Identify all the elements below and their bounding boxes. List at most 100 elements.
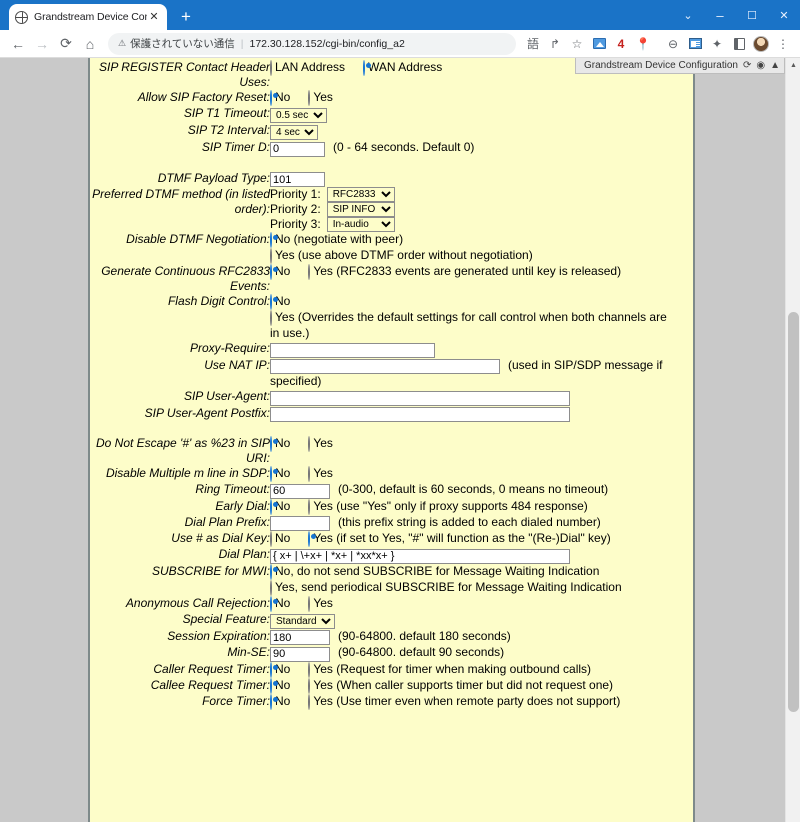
- radio-option[interactable]: No: [270, 693, 290, 710]
- browser-tab[interactable]: Grandstream Device Configuratio ✕: [9, 4, 167, 30]
- dropdown-select[interactable]: Standard: [270, 613, 335, 629]
- refresh-icon[interactable]: ⟳: [743, 60, 751, 71]
- radio-unselected[interactable]: [308, 264, 311, 280]
- text-input[interactable]: [270, 141, 325, 157]
- radio-option[interactable]: Yes: [308, 466, 333, 482]
- text-input[interactable]: [270, 359, 500, 374]
- radio-unselected[interactable]: [308, 436, 311, 452]
- radio-selected[interactable]: [270, 294, 272, 310]
- maximize-button[interactable]: ☐: [736, 0, 768, 30]
- radio-unselected[interactable]: [270, 248, 272, 264]
- radio-selected[interactable]: [270, 563, 272, 580]
- radio-option[interactable]: Yes (use above DTMF order without negoti…: [270, 248, 533, 264]
- close-window-button[interactable]: ✕: [768, 0, 800, 30]
- radio-unselected[interactable]: [308, 661, 311, 678]
- radio-unselected[interactable]: [308, 677, 311, 694]
- radio-option[interactable]: No: [270, 595, 290, 612]
- image-extension-icon[interactable]: [588, 33, 610, 55]
- profile-avatar[interactable]: [750, 33, 772, 55]
- radio-selected[interactable]: [270, 264, 272, 280]
- page-scrollbar[interactable]: ▲: [785, 58, 800, 822]
- dropdown-select[interactable]: 0.5 sec: [270, 108, 327, 123]
- radio-option[interactable]: Yes (Overrides the default settings for …: [270, 310, 675, 341]
- radio-unselected[interactable]: [308, 466, 311, 482]
- radio-option[interactable]: No: [270, 531, 290, 547]
- share-icon[interactable]: ↱: [544, 33, 566, 55]
- radio-selected[interactable]: [270, 436, 272, 452]
- priority-select[interactable]: RFC2833: [326, 187, 395, 202]
- radio-selected[interactable]: [270, 90, 272, 106]
- scroll-up-arrow-icon[interactable]: ▲: [786, 58, 800, 73]
- radio-selected[interactable]: [270, 232, 272, 248]
- radio-option[interactable]: Yes (if set to Yes, "#" will function as…: [308, 531, 611, 547]
- reload-icon[interactable]: ⟳: [54, 32, 78, 56]
- radio-option[interactable]: No: [270, 90, 290, 106]
- radio-unselected[interactable]: [308, 595, 311, 612]
- radio-option[interactable]: No: [270, 677, 290, 694]
- radio-unselected[interactable]: [308, 498, 311, 515]
- radio-selected[interactable]: [270, 466, 272, 482]
- radio-option[interactable]: Yes (Use timer even when remote party do…: [308, 693, 620, 710]
- radio-selected[interactable]: [363, 60, 366, 76]
- priority-select[interactable]: SIP INFO: [326, 202, 395, 217]
- radio-unselected[interactable]: [308, 693, 311, 710]
- radio-option[interactable]: Yes: [308, 90, 333, 106]
- sidepanel-icon[interactable]: [728, 33, 750, 55]
- radio-option[interactable]: Yes (RFC2833 events are generated until …: [308, 264, 621, 280]
- new-tab-button[interactable]: +: [177, 8, 195, 26]
- radio-selected[interactable]: [270, 677, 272, 694]
- radio-option[interactable]: WAN Address: [363, 60, 442, 76]
- text-input[interactable]: [270, 483, 330, 499]
- radio-option[interactable]: No: [270, 294, 290, 310]
- radio-option[interactable]: Yes: [308, 436, 333, 452]
- radio-unselected[interactable]: [270, 531, 272, 547]
- news-extension-icon[interactable]: [684, 33, 706, 55]
- radio-selected[interactable]: [308, 531, 311, 547]
- radio-unselected[interactable]: [270, 579, 272, 596]
- radio-option[interactable]: Yes (Request for timer when making outbo…: [308, 661, 591, 678]
- eye-icon[interactable]: ◉: [756, 60, 765, 71]
- radio-option[interactable]: No (negotiate with peer): [270, 232, 403, 248]
- text-input[interactable]: [270, 342, 435, 358]
- bookmark-star-icon[interactable]: ☆: [566, 33, 588, 55]
- radio-selected[interactable]: [270, 595, 272, 612]
- radio-unselected[interactable]: [270, 310, 272, 326]
- forward-icon[interactable]: →: [30, 32, 54, 56]
- radio-option[interactable]: Yes (When caller supports timer but did …: [308, 677, 613, 694]
- chat-extension-icon[interactable]: ⊖: [662, 33, 684, 55]
- scrollbar-thumb[interactable]: [788, 312, 799, 712]
- tab-close-icon[interactable]: ✕: [147, 10, 161, 24]
- text-input[interactable]: [270, 172, 325, 187]
- text-input[interactable]: [270, 630, 330, 645]
- text-input[interactable]: [270, 646, 330, 662]
- translate-icon[interactable]: 語: [522, 33, 544, 55]
- radio-unselected[interactable]: [270, 60, 272, 76]
- location-pin-icon[interactable]: 📍: [632, 33, 654, 55]
- collapse-icon[interactable]: ▲: [770, 60, 780, 71]
- text-input[interactable]: [270, 390, 570, 406]
- radio-option[interactable]: No: [270, 264, 290, 280]
- radio-option[interactable]: LAN Address: [270, 60, 345, 76]
- radio-selected[interactable]: [270, 498, 272, 515]
- radio-option[interactable]: Yes: [308, 595, 333, 612]
- radio-option[interactable]: No: [270, 661, 290, 678]
- notification-count-badge[interactable]: 4: [610, 33, 632, 55]
- text-input[interactable]: [270, 516, 330, 531]
- radio-option[interactable]: No: [270, 466, 290, 482]
- address-bar[interactable]: ⚠ 保護されていない通信 | 172.30.128.152/cgi-bin/co…: [108, 32, 516, 55]
- priority-select[interactable]: In-audio: [326, 217, 395, 232]
- radio-option[interactable]: Yes, send periodical SUBSCRIBE for Messa…: [270, 579, 693, 596]
- radio-option[interactable]: Yes (use "Yes" only if proxy supports 48…: [308, 498, 588, 515]
- chrome-menu-icon[interactable]: ⋮: [772, 33, 794, 55]
- radio-selected[interactable]: [270, 661, 272, 678]
- radio-option[interactable]: No: [270, 498, 290, 515]
- radio-option[interactable]: No, do not send SUBSCRIBE for Message Wa…: [270, 563, 693, 580]
- radio-option[interactable]: No: [270, 436, 290, 452]
- radio-unselected[interactable]: [308, 90, 311, 106]
- dropdown-select[interactable]: 4 sec: [270, 125, 318, 140]
- radio-selected[interactable]: [270, 693, 272, 710]
- text-input[interactable]: [270, 548, 570, 564]
- back-icon[interactable]: ←: [6, 32, 30, 56]
- minimize-button[interactable]: –: [704, 0, 736, 30]
- home-icon[interactable]: ⌂: [78, 32, 102, 56]
